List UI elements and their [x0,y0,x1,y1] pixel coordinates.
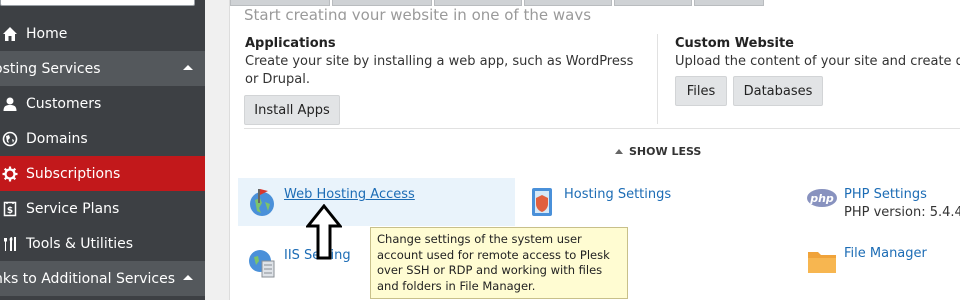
custom-website-title: Custom Website [675,36,794,51]
sidebar-top [0,0,205,16]
websites-panel: Start creating your website in one of th… [229,0,960,300]
sidebar-item-label: Tools & Utilities [26,235,133,252]
divider [244,128,960,129]
applications-text: Create your site by installing a web app… [245,54,634,87]
web-hosting-access-link[interactable]: Web Hosting Access [284,186,415,204]
sidebar-item-label: Service Plans [26,200,120,217]
install-apps-button[interactable]: Install Apps [244,95,340,125]
svg-text:$: $ [7,206,13,216]
sidebar-item-label: Domains [26,130,88,147]
custom-website-text: Upload the content of your site and crea… [675,54,960,69]
sidebar-item-label: Home [26,25,68,42]
sidebar-section-label: osting Services [0,60,101,77]
sidebar-item-label: Customers [26,95,102,112]
sidebar: Home osting Services Customers Domains S… [0,0,205,300]
sidebar-section-links-additional[interactable]: nks to Additional Services [0,261,205,296]
divider [657,34,658,124]
sidebar-item-tools-utilities[interactable]: Tools & Utilities [0,226,205,261]
hosting-settings-icon [526,186,558,218]
hosting-settings-link[interactable]: Hosting Settings [564,186,671,204]
folder-icon [806,245,838,277]
php-version-text: PHP version: 5.4.45 [844,205,960,220]
tools-icon [0,234,20,254]
tooltip: Change settings of the system user accou… [370,227,628,299]
web-hosting-access-icon [246,186,278,218]
sidebar-item-home[interactable]: Home [0,16,205,51]
main-gutter [205,0,229,300]
php-icon-text: php [809,192,834,205]
plan-icon: $ [0,199,20,219]
web-hosting-access-tool[interactable]: Web Hosting Access [238,178,515,226]
tab[interactable] [694,0,764,6]
main-content: Start creating your website in one of th… [205,0,960,300]
sidebar-section-label: nks to Additional Services [0,270,175,287]
hosting-settings-tool[interactable]: Hosting Settings [526,186,671,218]
sidebar-item-customers[interactable]: Customers [0,86,205,121]
sidebar-item-subscriptions[interactable]: Subscriptions [0,156,205,191]
php-icon: php [806,186,838,218]
file-manager-link[interactable]: File Manager [844,245,927,263]
start-creating-text: Start creating your website in one of th… [244,6,592,20]
files-button[interactable]: Files [675,76,727,106]
file-manager-tool[interactable]: File Manager [806,245,927,277]
databases-button[interactable]: Databases [733,76,823,106]
iis-settings-icon [246,247,278,279]
php-settings-tool[interactable]: php PHP Settings PHP version: 5.4.45 [806,186,960,222]
chevron-up-icon [615,149,623,154]
sidebar-item-service-plans[interactable]: $ Service Plans [0,191,205,226]
globe-icon [0,129,20,149]
gear-icon [0,164,20,184]
show-less-label: SHOW LESS [629,145,702,158]
up-arrow-icon [306,204,342,260]
sidebar-item-label: Subscriptions [26,165,121,182]
sidebar-search-input[interactable] [0,0,195,6]
sidebar-item-domains[interactable]: Domains [0,121,205,156]
user-icon [0,94,20,114]
sidebar-section-hosting-services[interactable]: osting Services [0,51,205,86]
home-icon [0,24,20,44]
show-less-link[interactable]: SHOW LESS [615,145,701,158]
chevron-up-icon [183,65,193,70]
applications-title: Applications [245,36,336,51]
php-settings-link[interactable]: PHP Settings [844,186,960,204]
chevron-up-icon [183,275,193,280]
